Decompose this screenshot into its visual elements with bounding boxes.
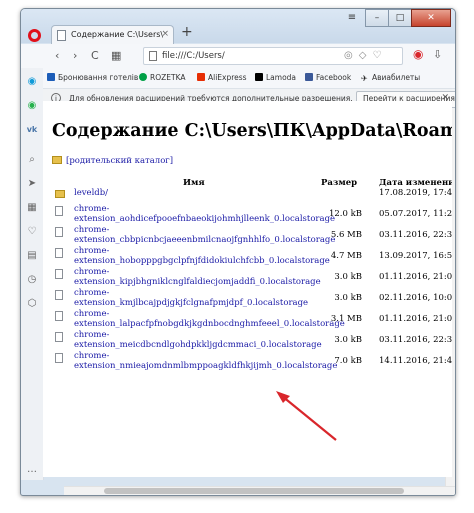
annotation-arrow: [281, 395, 337, 441]
annotation-overlay: [276, 391, 337, 441]
